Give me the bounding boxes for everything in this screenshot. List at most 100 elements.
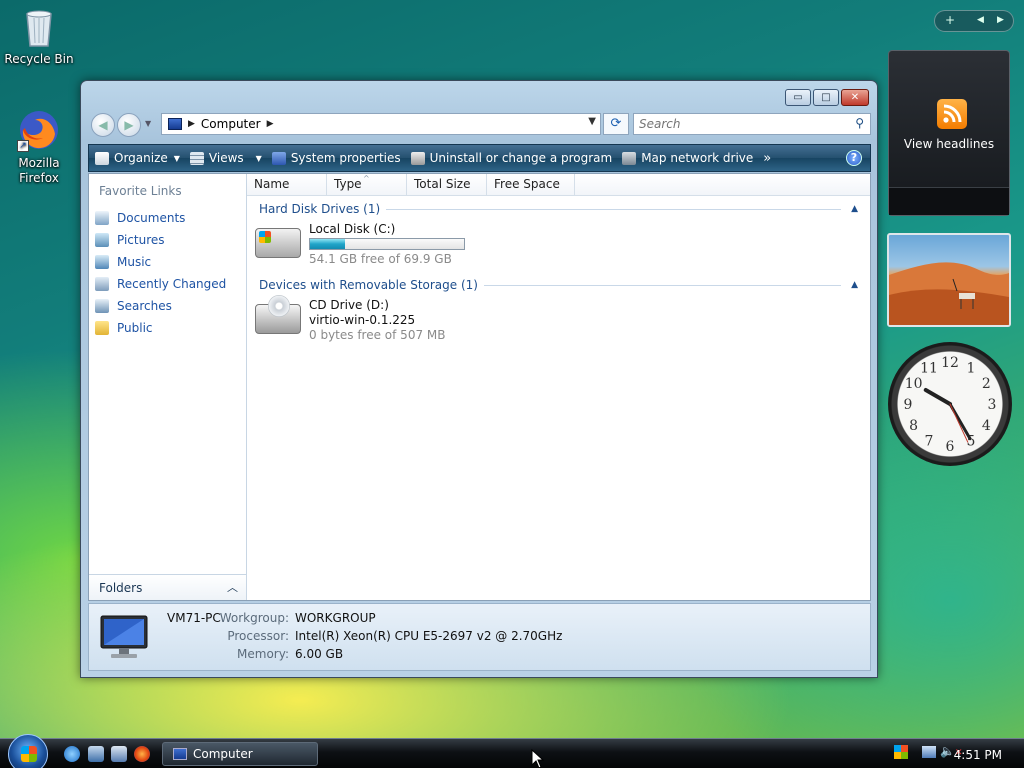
- column-free-space[interactable]: Free Space: [487, 174, 575, 196]
- folders-toggle[interactable]: Folders ︿: [89, 574, 246, 600]
- show-desktop-icon[interactable]: [88, 746, 104, 762]
- shortcut-arrow-icon: ↗: [17, 140, 29, 152]
- clock-hour-hand: [923, 388, 952, 406]
- breadcrumb-arrow-icon[interactable]: ▶: [188, 119, 195, 129]
- refresh-button[interactable]: ⟳: [603, 113, 629, 135]
- searches-icon: [95, 299, 109, 313]
- internet-explorer-icon[interactable]: [64, 746, 80, 762]
- firefox-label: Mozilla Firefox: [18, 156, 60, 185]
- recycle-bin-icon: [17, 4, 61, 48]
- column-headers: Name ^ Type Total Size Free Space: [247, 174, 870, 196]
- nav-item-label: Searches: [117, 299, 172, 313]
- firefox-shortcut[interactable]: ↗ Mozilla Firefox: [3, 108, 75, 186]
- navigation-pane: Favorite Links Documents Pictures Music …: [89, 174, 247, 600]
- clock-numeral: 10: [905, 376, 923, 392]
- drive-usage-bar: [309, 238, 465, 250]
- group-removable-storage[interactable]: Devices with Removable Storage (1) ▲: [259, 276, 858, 294]
- address-path[interactable]: Computer: [201, 117, 261, 131]
- add-gadget-icon[interactable]: +: [945, 13, 955, 27]
- explorer-body: Favorite Links Documents Pictures Music …: [88, 173, 871, 601]
- column-total-size[interactable]: Total Size: [407, 174, 487, 196]
- clock-numeral: 7: [925, 433, 934, 449]
- search-box[interactable]: ⚲: [633, 113, 871, 135]
- recycle-bin-shortcut[interactable]: Recycle Bin: [3, 4, 75, 66]
- switch-windows-icon[interactable]: [111, 746, 127, 762]
- computer-window: ▭ □ ✕ ◀ ▶ ▼ ▶ Computer ▶ ▼ ⟳ ⚲ Organize …: [80, 80, 878, 678]
- folders-label: Folders: [99, 580, 143, 595]
- nav-item-recently-changed[interactable]: Recently Changed: [95, 274, 226, 294]
- close-button[interactable]: ✕: [841, 89, 869, 106]
- nav-item-label: Public: [117, 321, 153, 335]
- back-button[interactable]: ◀: [91, 113, 115, 137]
- workgroup-label: Workgroup:: [219, 611, 289, 625]
- start-button[interactable]: [8, 734, 48, 768]
- drive-local-disk-c[interactable]: Local Disk (C:) 54.1 GB free of 69.9 GB: [255, 222, 555, 272]
- system-properties-label: System properties: [290, 151, 401, 165]
- nav-item-pictures[interactable]: Pictures: [95, 230, 165, 250]
- drive-name: Local Disk (C:): [309, 222, 396, 236]
- breadcrumb-arrow-icon[interactable]: ▶: [267, 119, 274, 129]
- map-drive-label: Map network drive: [641, 151, 754, 165]
- public-folder-icon: [95, 321, 109, 335]
- drive-name: CD Drive (D:): [309, 298, 389, 312]
- nav-item-searches[interactable]: Searches: [95, 296, 172, 316]
- taskbar-button-computer[interactable]: Computer: [162, 742, 318, 766]
- group-divider: [386, 208, 842, 210]
- nav-item-public[interactable]: Public: [95, 318, 153, 338]
- maximize-button[interactable]: □: [813, 89, 839, 106]
- workgroup-value: WORKGROUP: [295, 611, 376, 625]
- address-bar[interactable]: ▶ Computer ▶ ▼: [161, 113, 601, 135]
- clock-minute-hand: [948, 402, 972, 441]
- feed-headlines-gadget[interactable]: View headlines: [888, 50, 1010, 216]
- clock-numeral: 2: [982, 376, 991, 392]
- uninstall-program-button[interactable]: Uninstall or change a program: [406, 145, 618, 171]
- views-button[interactable]: Views ▼: [185, 145, 267, 171]
- processor-value: Intel(R) Xeon(R) CPU E5-2697 v2 @ 2.70GH…: [295, 629, 563, 643]
- search-input[interactable]: [634, 114, 834, 134]
- slideshow-gadget[interactable]: [887, 233, 1011, 327]
- nav-item-music[interactable]: Music: [95, 252, 151, 272]
- command-bar: Organize ▼ Views ▼ System properties Uni…: [88, 144, 871, 172]
- taskbar-button-label: Computer: [193, 747, 253, 761]
- search-icon[interactable]: ⚲: [855, 116, 864, 130]
- recycle-bin-label: Recycle Bin: [4, 52, 74, 66]
- map-network-drive-button[interactable]: Map network drive: [617, 145, 758, 171]
- clock-numeral: 3: [988, 397, 997, 413]
- system-clock[interactable]: 4:51 PM: [954, 748, 1002, 762]
- collapse-group-icon[interactable]: ▲: [851, 280, 858, 290]
- system-properties-icon: [271, 151, 286, 165]
- organize-label: Organize: [114, 151, 168, 165]
- memory-value: 6.00 GB: [295, 647, 344, 661]
- collapse-group-icon[interactable]: ▲: [851, 204, 858, 214]
- uninstall-icon: [410, 151, 425, 165]
- windows-logo-icon: [21, 746, 37, 762]
- address-dropdown-icon[interactable]: ▼: [588, 116, 596, 127]
- nav-item-documents[interactable]: Documents: [95, 208, 185, 228]
- group-hard-disk-drives[interactable]: Hard Disk Drives (1) ▲: [259, 200, 858, 218]
- drive-free-space: 0 bytes free of 507 MB: [309, 328, 446, 342]
- clock-numeral: 4: [982, 418, 991, 434]
- system-properties-button[interactable]: System properties: [267, 145, 406, 171]
- drive-cd-d[interactable]: CD Drive (D:) virtio-win-0.1.225 0 bytes…: [255, 295, 555, 348]
- clock-numeral: 1: [967, 361, 976, 377]
- column-type[interactable]: ^ Type: [327, 174, 407, 196]
- group-title: Devices with Removable Storage (1): [259, 278, 478, 292]
- column-name[interactable]: Name: [247, 174, 327, 196]
- recent-pages-chevron-icon[interactable]: ▼: [145, 119, 151, 128]
- forward-button[interactable]: ▶: [117, 113, 141, 137]
- help-icon[interactable]: ?: [846, 150, 862, 166]
- clock-numeral: 11: [920, 361, 938, 377]
- network-icon[interactable]: [922, 746, 936, 758]
- windows-update-icon[interactable]: [894, 745, 908, 759]
- minimize-button[interactable]: ▭: [785, 89, 811, 106]
- prev-gadget-icon[interactable]: ◀: [977, 15, 984, 25]
- next-gadget-icon[interactable]: ▶: [997, 15, 1004, 25]
- firefox-quicklaunch-icon[interactable]: [134, 746, 150, 762]
- documents-icon: [95, 211, 109, 225]
- taskbar: Computer 🔈✕ 4:51 PM: [0, 734, 1024, 768]
- more-commands-button[interactable]: »: [758, 145, 776, 171]
- drive-free-space: 54.1 GB free of 69.9 GB: [309, 252, 452, 266]
- organize-button[interactable]: Organize ▼: [89, 145, 185, 171]
- processor-label: Processor:: [227, 629, 289, 643]
- clock-numeral: 12: [941, 355, 959, 371]
